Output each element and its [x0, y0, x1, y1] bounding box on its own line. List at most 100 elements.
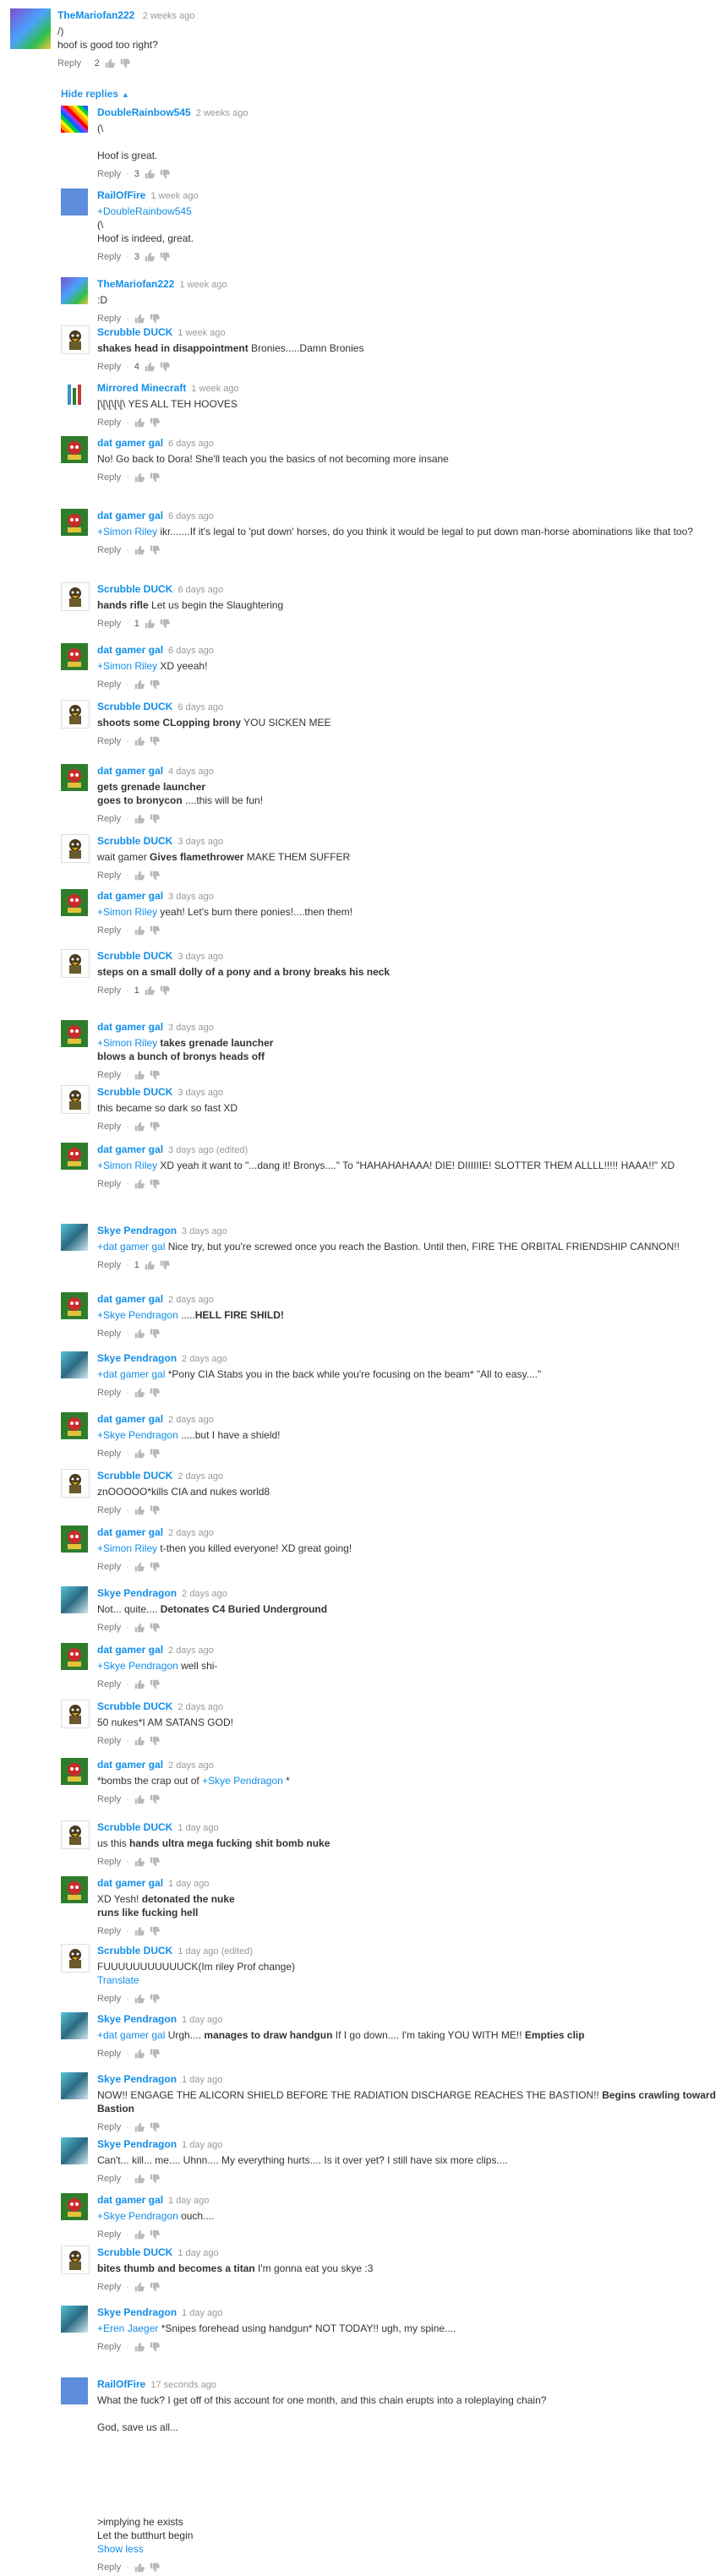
comment-time[interactable]: 17 seconds ago	[150, 2380, 216, 2390]
thumbs-up-icon[interactable]	[134, 2049, 145, 2059]
comment-time[interactable]: 1 day ago	[182, 2308, 222, 2318]
thumbs-up-icon[interactable]	[134, 679, 145, 690]
avatar[interactable]	[61, 1143, 88, 1170]
reply-button[interactable]: Reply	[97, 2172, 121, 2186]
comment-time[interactable]: 2 days ago	[168, 1528, 214, 1538]
comment-author[interactable]: Scrubble DUCK	[97, 1945, 172, 1957]
comment-author[interactable]: dat gamer gal	[97, 437, 163, 449]
comment-author[interactable]: Scrubble DUCK	[97, 2246, 172, 2258]
reply-button[interactable]: Reply	[97, 250, 121, 264]
thumbs-down-icon[interactable]	[150, 1562, 160, 1572]
thumbs-up-icon[interactable]	[134, 2122, 145, 2132]
thumbs-up-icon[interactable]	[134, 1070, 145, 1080]
thumbs-down-icon[interactable]	[150, 925, 160, 936]
comment-time[interactable]: 3 days ago	[182, 1226, 227, 1236]
reply-button[interactable]: Reply	[97, 1793, 121, 1806]
thumbs-up-icon[interactable]	[134, 1679, 145, 1689]
avatar[interactable]	[61, 277, 88, 304]
reply-button[interactable]: Reply	[97, 416, 121, 429]
avatar[interactable]	[61, 643, 88, 670]
comment-time[interactable]: 1 day ago	[182, 2015, 222, 2025]
comment-author[interactable]: dat gamer gal	[97, 510, 163, 521]
avatar[interactable]	[61, 582, 90, 611]
reply-button[interactable]: Reply	[97, 2561, 121, 2574]
reply-button[interactable]: Reply	[97, 1386, 121, 1400]
comment-time[interactable]: 2 weeks ago	[196, 108, 249, 118]
comment-author[interactable]: dat gamer gal	[97, 644, 163, 656]
comment-author[interactable]: TheMariofan222	[97, 278, 174, 290]
reply-button[interactable]: Reply	[97, 1992, 121, 2006]
comment-time[interactable]: 2 days ago	[182, 1589, 227, 1599]
thumbs-up-icon[interactable]	[145, 1260, 155, 1270]
comment-time[interactable]: 1 day ago (edited)	[178, 1946, 253, 1957]
comment-time[interactable]: 6 days ago	[168, 439, 214, 449]
avatar[interactable]	[61, 2306, 88, 2333]
thumbs-up-icon[interactable]	[134, 1562, 145, 1572]
avatar[interactable]	[61, 1700, 90, 1728]
thumbs-up-icon[interactable]	[134, 870, 145, 881]
thumbs-up-icon[interactable]	[134, 2342, 145, 2352]
reply-button[interactable]: Reply	[97, 869, 121, 882]
thumbs-down-icon[interactable]	[150, 418, 160, 428]
comment-time[interactable]: 1 day ago	[178, 2248, 218, 2258]
comment-author[interactable]: dat gamer gal	[97, 2194, 163, 2206]
thumbs-down-icon[interactable]	[150, 472, 160, 483]
comment-author[interactable]: dat gamer gal	[97, 1143, 163, 1155]
comment-author[interactable]: Scrubble DUCK	[97, 583, 172, 595]
reply-button[interactable]: Reply	[97, 1560, 121, 1574]
thumbs-up-icon[interactable]	[134, 1122, 145, 1132]
comment-author[interactable]: Scrubble DUCK	[97, 950, 172, 962]
thumbs-down-icon[interactable]	[150, 2562, 160, 2573]
reply-button[interactable]: Reply	[97, 924, 121, 937]
comment-author[interactable]: Skye Pendragon	[97, 2013, 177, 2025]
reply-button[interactable]: Reply	[97, 678, 121, 691]
avatar[interactable]	[61, 2012, 88, 2039]
comment-time[interactable]: 1 day ago	[168, 1879, 209, 1889]
comment-time[interactable]: 6 days ago	[178, 702, 223, 712]
avatar[interactable]	[61, 509, 88, 536]
reply-button[interactable]: Reply	[97, 812, 121, 826]
reply-button[interactable]: Reply	[97, 1068, 121, 1082]
avatar[interactable]	[61, 1020, 88, 1047]
avatar[interactable]	[61, 889, 88, 916]
thumbs-down-icon[interactable]	[150, 2122, 160, 2132]
comment-time[interactable]: 2 days ago	[168, 1295, 214, 1305]
thumbs-up-icon[interactable]	[134, 418, 145, 428]
comment-author[interactable]: RailOfFire	[97, 2378, 145, 2390]
thumbs-up-icon[interactable]	[134, 314, 145, 324]
avatar[interactable]	[61, 1586, 88, 1613]
avatar[interactable]	[61, 834, 90, 863]
comment-time[interactable]: 6 days ago	[178, 585, 223, 595]
comment-time[interactable]: 1 day ago	[168, 2196, 209, 2206]
thumbs-down-icon[interactable]	[120, 58, 130, 68]
comment-author[interactable]: Skye Pendragon	[97, 2306, 177, 2318]
avatar[interactable]	[61, 2137, 88, 2164]
comment-time[interactable]: 4 days ago	[168, 767, 214, 777]
comment-author[interactable]: dat gamer gal	[97, 1644, 163, 1656]
comment-time[interactable]: 2 days ago	[168, 1415, 214, 1425]
reply-button[interactable]: Reply	[97, 1734, 121, 1748]
comment-time[interactable]: 3 days ago	[178, 952, 223, 962]
comment-author[interactable]: dat gamer gal	[97, 1759, 163, 1771]
comment-time[interactable]: 3 days ago (edited)	[168, 1145, 248, 1155]
thumbs-down-icon[interactable]	[150, 1623, 160, 1633]
thumbs-down-icon[interactable]	[150, 1179, 160, 1189]
reply-button[interactable]: Reply	[97, 1621, 121, 1635]
avatar[interactable]	[61, 1085, 90, 1114]
thumbs-up-icon[interactable]	[134, 1623, 145, 1633]
thumbs-down-icon[interactable]	[160, 362, 170, 372]
reply-button[interactable]: Reply	[97, 2120, 121, 2134]
comment-author[interactable]: dat gamer gal	[97, 1877, 163, 1889]
thumbs-up-icon[interactable]	[134, 2282, 145, 2292]
avatar[interactable]	[61, 700, 90, 729]
reply-button[interactable]: Reply	[97, 360, 121, 374]
comment-author[interactable]: Skye Pendragon	[97, 1352, 177, 1364]
reply-button[interactable]: Reply	[97, 734, 121, 748]
comment-time[interactable]: 6 days ago	[168, 511, 214, 521]
thumbs-down-icon[interactable]	[150, 2049, 160, 2059]
reply-button[interactable]: Reply	[97, 984, 121, 997]
comment-time[interactable]: 1 week ago	[150, 191, 198, 201]
thumbs-up-icon[interactable]	[134, 1179, 145, 1189]
reply-button[interactable]: Reply	[97, 1855, 121, 1869]
thumbs-up-icon[interactable]	[134, 1994, 145, 2004]
